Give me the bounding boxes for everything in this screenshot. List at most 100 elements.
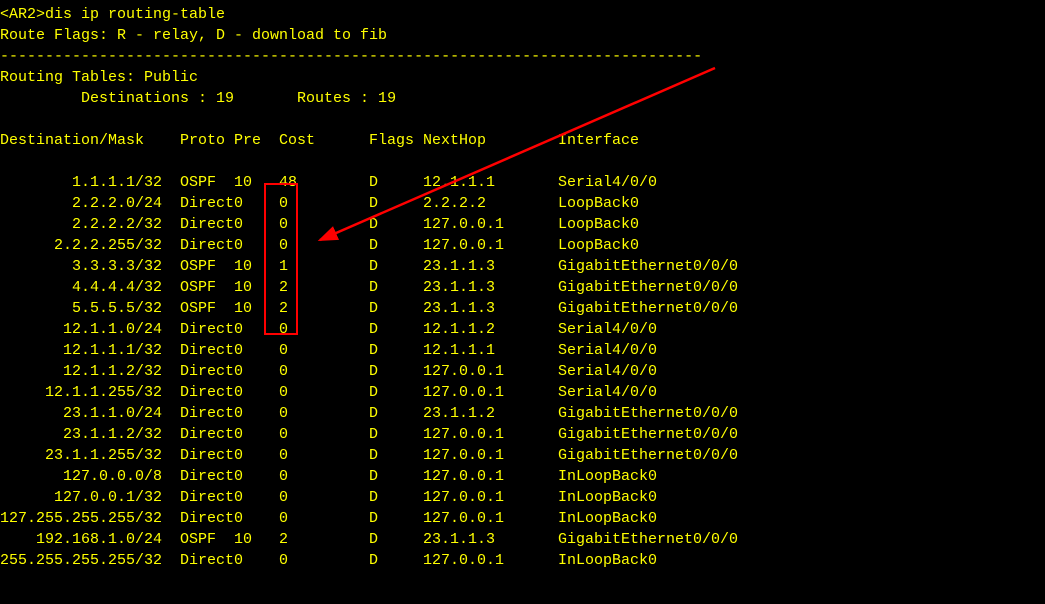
route-row: 127.255.255.255/32Direct00D127.0.0.1InLo… (0, 508, 1045, 529)
cell-flags: D (369, 298, 423, 319)
cell-interface: InLoopBack0 (558, 508, 657, 529)
cell-nexthop: 12.1.1.1 (423, 172, 558, 193)
cell-proto: Direct (162, 466, 234, 487)
cell-proto: OSPF (162, 277, 234, 298)
cell-pre: 0 (234, 382, 279, 403)
cell-pre: 0 (234, 550, 279, 571)
cell-pre: 0 (234, 508, 279, 529)
cell-destination: 12.1.1.255/32 (0, 382, 162, 403)
cell-cost: 0 (279, 382, 369, 403)
cell-interface: Serial4/0/0 (558, 172, 657, 193)
cell-cost: 0 (279, 361, 369, 382)
cell-nexthop: 127.0.0.1 (423, 214, 558, 235)
cell-flags: D (369, 466, 423, 487)
cell-nexthop: 23.1.1.3 (423, 277, 558, 298)
routing-tables-header: Routing Tables: Public (0, 67, 1045, 88)
cell-nexthop: 12.1.1.1 (423, 340, 558, 361)
route-flags-legend: Route Flags: R - relay, D - download to … (0, 25, 1045, 46)
cell-destination: 12.1.1.1/32 (0, 340, 162, 361)
cell-proto: Direct (162, 424, 234, 445)
cell-nexthop: 127.0.0.1 (423, 487, 558, 508)
cell-interface: GigabitEthernet0/0/0 (558, 529, 738, 550)
cell-flags: D (369, 214, 423, 235)
cell-flags: D (369, 277, 423, 298)
route-row: 5.5.5.5/32OSPF102D23.1.1.3GigabitEtherne… (0, 298, 1045, 319)
cell-destination: 192.168.1.0/24 (0, 529, 162, 550)
cell-destination: 2.2.2.2/32 (0, 214, 162, 235)
cell-pre: 0 (234, 466, 279, 487)
route-row: 12.1.1.255/32Direct00D127.0.0.1Serial4/0… (0, 382, 1045, 403)
route-row: 12.1.1.0/24Direct00D12.1.1.2Serial4/0/0 (0, 319, 1045, 340)
header-interface: Interface (558, 130, 639, 151)
cell-interface: GigabitEthernet0/0/0 (558, 445, 738, 466)
divider-line: ----------------------------------------… (0, 46, 1045, 67)
cell-cost: 0 (279, 550, 369, 571)
cell-destination: 23.1.1.2/32 (0, 424, 162, 445)
cell-pre: 0 (234, 445, 279, 466)
command-prompt-line: <AR2>dis ip routing-table (0, 4, 1045, 25)
route-row: 3.3.3.3/32OSPF101D23.1.1.3GigabitEtherne… (0, 256, 1045, 277)
cell-proto: OSPF (162, 529, 234, 550)
route-row: 192.168.1.0/24OSPF102D23.1.1.3GigabitEth… (0, 529, 1045, 550)
cell-nexthop: 127.0.0.1 (423, 466, 558, 487)
cell-nexthop: 127.0.0.1 (423, 445, 558, 466)
cell-nexthop: 23.1.1.3 (423, 529, 558, 550)
route-row: 12.1.1.1/32Direct00D12.1.1.1Serial4/0/0 (0, 340, 1045, 361)
route-row: 23.1.1.2/32Direct00D127.0.0.1GigabitEthe… (0, 424, 1045, 445)
route-row: 12.1.1.2/32Direct00D127.0.0.1Serial4/0/0 (0, 361, 1045, 382)
cell-flags: D (369, 340, 423, 361)
cell-destination: 127.255.255.255/32 (0, 508, 162, 529)
cell-interface: GigabitEthernet0/0/0 (558, 403, 738, 424)
cell-nexthop: 127.0.0.1 (423, 550, 558, 571)
cell-cost: 0 (279, 424, 369, 445)
cell-pre: 10 (234, 529, 279, 550)
cell-destination: 127.0.0.0/8 (0, 466, 162, 487)
cell-flags: D (369, 235, 423, 256)
header-nexthop: NextHop (423, 130, 558, 151)
route-row: 2.2.2.0/24Direct00D2.2.2.2LoopBack0 (0, 193, 1045, 214)
cell-nexthop: 127.0.0.1 (423, 382, 558, 403)
cell-cost: 2 (279, 529, 369, 550)
cell-flags: D (369, 193, 423, 214)
cell-proto: OSPF (162, 172, 234, 193)
cell-interface: InLoopBack0 (558, 550, 657, 571)
cell-flags: D (369, 256, 423, 277)
route-row: 23.1.1.0/24Direct00D23.1.1.2GigabitEther… (0, 403, 1045, 424)
cell-interface: LoopBack0 (558, 214, 639, 235)
route-row: 1.1.1.1/32OSPF1048D12.1.1.1Serial4/0/0 (0, 172, 1045, 193)
cell-proto: Direct (162, 487, 234, 508)
header-pre: Pre (234, 130, 279, 151)
route-row: 2.2.2.2/32Direct00D127.0.0.1LoopBack0 (0, 214, 1045, 235)
cell-flags: D (369, 529, 423, 550)
cell-proto: Direct (162, 361, 234, 382)
cell-interface: Serial4/0/0 (558, 382, 657, 403)
cell-proto: Direct (162, 235, 234, 256)
cell-flags: D (369, 445, 423, 466)
cell-destination: 23.1.1.255/32 (0, 445, 162, 466)
summary-line: Destinations : 19 Routes : 19 (0, 88, 1045, 109)
header-proto: Proto (162, 130, 234, 151)
blank-line (0, 109, 1045, 130)
cell-proto: Direct (162, 508, 234, 529)
cell-destination: 2.2.2.0/24 (0, 193, 162, 214)
cell-pre: 0 (234, 403, 279, 424)
cell-flags: D (369, 172, 423, 193)
cell-flags: D (369, 403, 423, 424)
header-cost: Cost (279, 130, 369, 151)
cell-cost: 0 (279, 508, 369, 529)
cell-proto: Direct (162, 340, 234, 361)
cell-nexthop: 12.1.1.2 (423, 319, 558, 340)
cell-interface: Serial4/0/0 (558, 361, 657, 382)
cell-destination: 1.1.1.1/32 (0, 172, 162, 193)
cell-destination: 12.1.1.0/24 (0, 319, 162, 340)
cell-proto: OSPF (162, 256, 234, 277)
cell-flags: D (369, 382, 423, 403)
cell-cost: 0 (279, 487, 369, 508)
cell-destination: 127.0.0.1/32 (0, 487, 162, 508)
cell-flags: D (369, 487, 423, 508)
cell-pre: 0 (234, 340, 279, 361)
cell-pre: 0 (234, 487, 279, 508)
cell-flags: D (369, 424, 423, 445)
header-destination: Destination/Mask (0, 130, 162, 151)
cell-interface: InLoopBack0 (558, 466, 657, 487)
